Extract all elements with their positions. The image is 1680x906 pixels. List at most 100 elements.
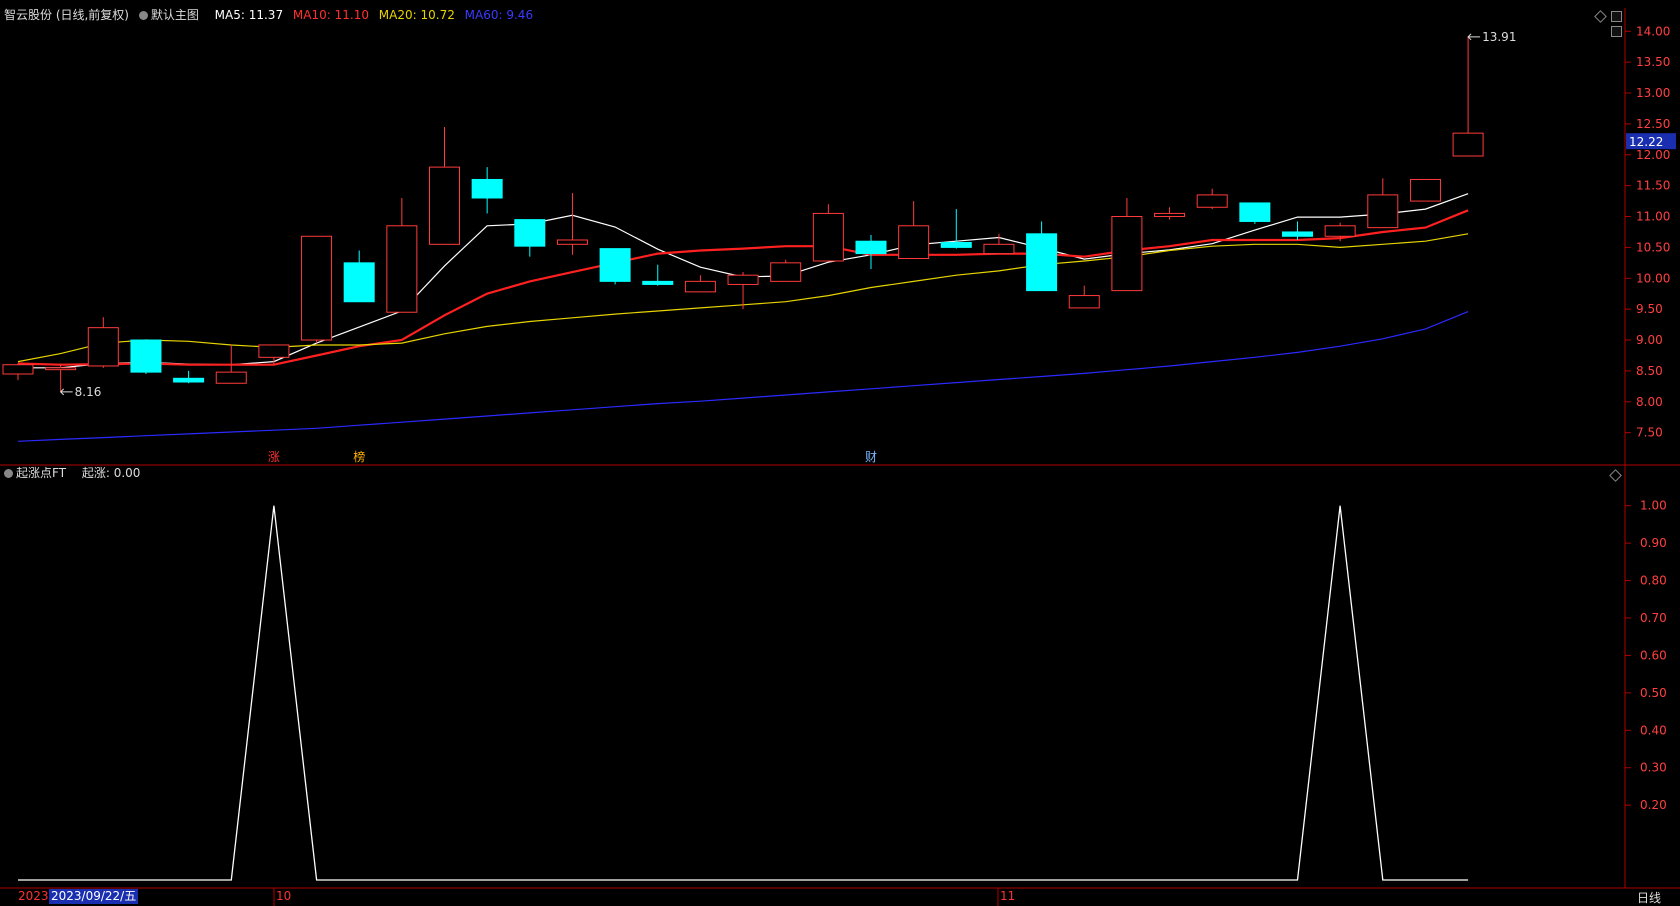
candle-body	[1111, 216, 1143, 292]
candle	[770, 259, 802, 282]
annotation-label-low: 8.16	[75, 385, 102, 399]
current-price-label: 12.22	[1629, 135, 1663, 149]
candle	[1452, 36, 1484, 157]
candle-body	[684, 280, 716, 293]
candle-body	[471, 178, 503, 199]
price-tick-label: 9.50	[1636, 302, 1663, 316]
pane-restore-icon[interactable]	[1611, 26, 1622, 37]
candle-body	[1026, 233, 1058, 292]
candle-body	[1239, 202, 1271, 222]
candle	[301, 235, 333, 344]
candle-body	[599, 248, 631, 282]
template-button[interactable]: 默认主图	[138, 8, 205, 22]
price-tick-label: 11.00	[1636, 210, 1670, 224]
stock-title[interactable]: 智云股份 (日线,前复权)	[4, 8, 129, 22]
candle	[1111, 197, 1143, 292]
candle-body	[1409, 178, 1441, 202]
candle-body	[727, 274, 759, 285]
candle	[812, 204, 844, 262]
indicator-tick-label: 0.20	[1640, 798, 1667, 812]
ma10-value: MA10: 11.10	[292, 8, 369, 22]
price-tick-label: 9.00	[1636, 333, 1663, 347]
annotation-arrow	[1467, 33, 1481, 41]
ma5-value: MA5: 11.37	[214, 8, 284, 22]
indicator-tick-label: 0.30	[1640, 761, 1667, 775]
candle	[983, 233, 1015, 255]
candle	[599, 248, 631, 285]
candle-body	[1196, 194, 1228, 208]
candle	[471, 167, 503, 214]
candle	[173, 370, 205, 384]
main-header: 智云股份 (日线,前复权) 默认主图 MA5: 11.37 MA10: 11.1…	[4, 8, 539, 22]
candle-body	[642, 280, 674, 285]
price-tick-label: 12.50	[1636, 117, 1670, 131]
event-marker: 财	[865, 450, 877, 464]
event-marker: 榜	[353, 449, 365, 464]
candle-body	[1367, 194, 1399, 229]
candle-body	[87, 327, 119, 367]
candle	[343, 250, 375, 303]
indicator-tick-label: 0.70	[1640, 611, 1667, 625]
price-tick-label: 13.50	[1636, 55, 1670, 69]
indicator-tick-label: 1.00	[1640, 499, 1667, 513]
indicator-header: 起涨点FT 起涨: 0.00	[4, 466, 146, 480]
candle	[940, 209, 972, 249]
pane-maximize-icon[interactable]	[1611, 11, 1622, 22]
candle-body	[1282, 231, 1313, 237]
indicator-line	[18, 505, 1469, 881]
candle	[1409, 178, 1441, 202]
candle	[1367, 178, 1399, 229]
indicator-tick-label: 0.50	[1640, 686, 1667, 700]
candle-body	[301, 235, 333, 341]
annotation-label-high: 13.91	[1482, 30, 1516, 44]
candle-body	[2, 364, 34, 375]
candle	[45, 363, 77, 392]
price-tick-label: 8.50	[1636, 364, 1663, 378]
candle	[130, 339, 162, 374]
candle	[855, 235, 887, 270]
candle-body	[215, 371, 247, 384]
price-tick-label: 10.50	[1636, 240, 1670, 254]
indicator-tick-label: 0.40	[1640, 723, 1667, 737]
candle	[2, 363, 34, 381]
candle-body	[1154, 212, 1186, 218]
candle	[1196, 188, 1228, 210]
candle-body	[130, 339, 162, 373]
candle-body	[812, 212, 844, 262]
candle-body	[386, 225, 418, 313]
candle-body	[556, 239, 588, 245]
candle	[514, 219, 546, 257]
candle-body	[173, 377, 205, 383]
candle	[1026, 221, 1058, 292]
template-label: 默认主图	[150, 8, 199, 22]
year-label: 2023	[18, 889, 49, 903]
price-axis: 14.00 13.50 13.00 12.50 12.00 11.50 11.00 10.50…	[1625, 24, 1676, 812]
price-tick-label: 11.50	[1636, 179, 1670, 193]
ma20-value: MA20: 10.72	[378, 8, 455, 22]
dropdown-icon	[4, 469, 13, 478]
stock-chart-svg[interactable]: 13.91 8.16 涨 榜 财 14.00 13.50 13.00 12.50 12.00 11…	[0, 0, 1680, 906]
timeframe-button[interactable]: 日线	[1637, 889, 1661, 906]
price-tick-label: 7.50	[1636, 426, 1663, 440]
indicator-pane	[18, 505, 1469, 881]
indicator-button[interactable]: 起涨点FT	[4, 466, 72, 480]
candle	[898, 201, 930, 260]
dropdown-icon	[138, 11, 148, 20]
candle-body	[1068, 295, 1100, 309]
price-tick-label: 14.00	[1636, 24, 1670, 38]
month-label-nov: 11	[1000, 889, 1016, 903]
price-tick-label: 13.00	[1636, 86, 1670, 100]
candle	[1154, 207, 1186, 220]
main-price-pane: 13.91 8.16 涨 榜 财	[2, 30, 1516, 464]
candle-body	[770, 262, 802, 282]
candle	[429, 126, 460, 245]
indicator-tick-label: 0.60	[1640, 648, 1667, 662]
candle	[386, 197, 418, 313]
indicator-name: 起涨点FT	[16, 466, 67, 480]
candle-body	[940, 241, 972, 248]
candle-body	[45, 367, 77, 371]
price-tick-label: 12.00	[1636, 148, 1670, 162]
candle-body	[514, 219, 546, 247]
candle	[1239, 202, 1271, 224]
event-marker: 涨	[268, 449, 280, 464]
